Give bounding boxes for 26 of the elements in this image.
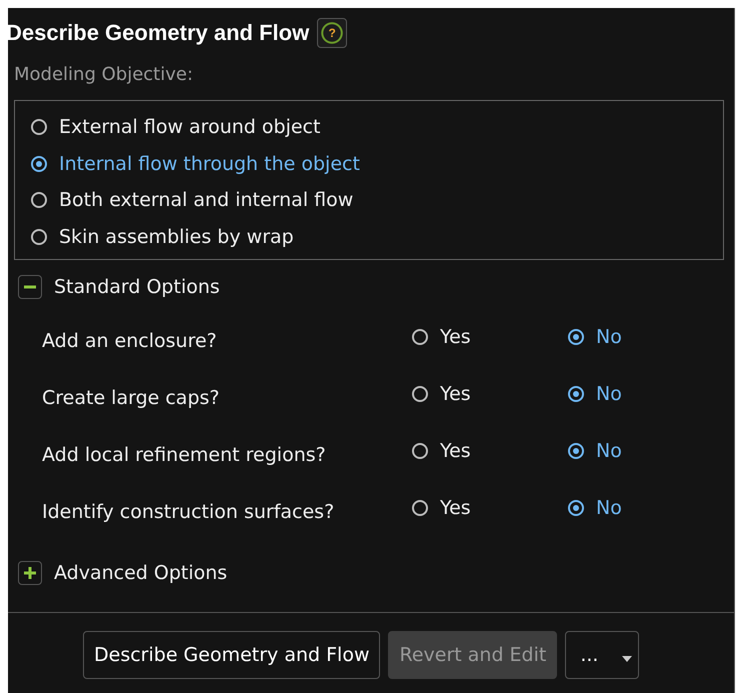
objective-label: Modeling Objective: (14, 64, 194, 87)
panel-title: Describe Geometry and Flow (6, 20, 310, 46)
more-dropdown[interactable]: ... (565, 631, 640, 679)
question-label: Add an enclosure? (42, 328, 218, 352)
radio-option[interactable]: Yes (412, 326, 568, 348)
question-label: Add local refinement regions? (42, 442, 327, 466)
action-button[interactable]: Describe Geometry and Flow (83, 631, 380, 679)
section-header[interactable]: Advanced Options (54, 562, 228, 584)
radio-option[interactable]: Both external and internal flow (31, 182, 723, 218)
radio-option[interactable]: Internal flow through the object (31, 146, 723, 182)
radio-option[interactable]: No (568, 440, 724, 462)
expand-toggle-icon[interactable] (18, 275, 42, 299)
help-button[interactable]: ? (317, 18, 348, 48)
radio-option[interactable]: External flow around object (31, 109, 723, 146)
caret-icon (622, 656, 632, 662)
radio-option[interactable]: No (568, 326, 724, 348)
radio-option[interactable]: Yes (412, 382, 568, 404)
section-header[interactable]: Standard Options (54, 276, 220, 298)
question-label: Create large caps? (42, 386, 220, 408)
radio-option[interactable]: No (568, 382, 724, 404)
radio-option[interactable]: Skin assemblies by wrap (31, 218, 723, 255)
expand-toggle-icon[interactable] (18, 561, 42, 585)
radio-option[interactable]: Yes (412, 496, 568, 518)
radio-option[interactable]: Yes (412, 440, 568, 462)
radio-option[interactable]: No (568, 496, 724, 518)
question-label: Identify construction surfaces? (42, 500, 336, 522)
